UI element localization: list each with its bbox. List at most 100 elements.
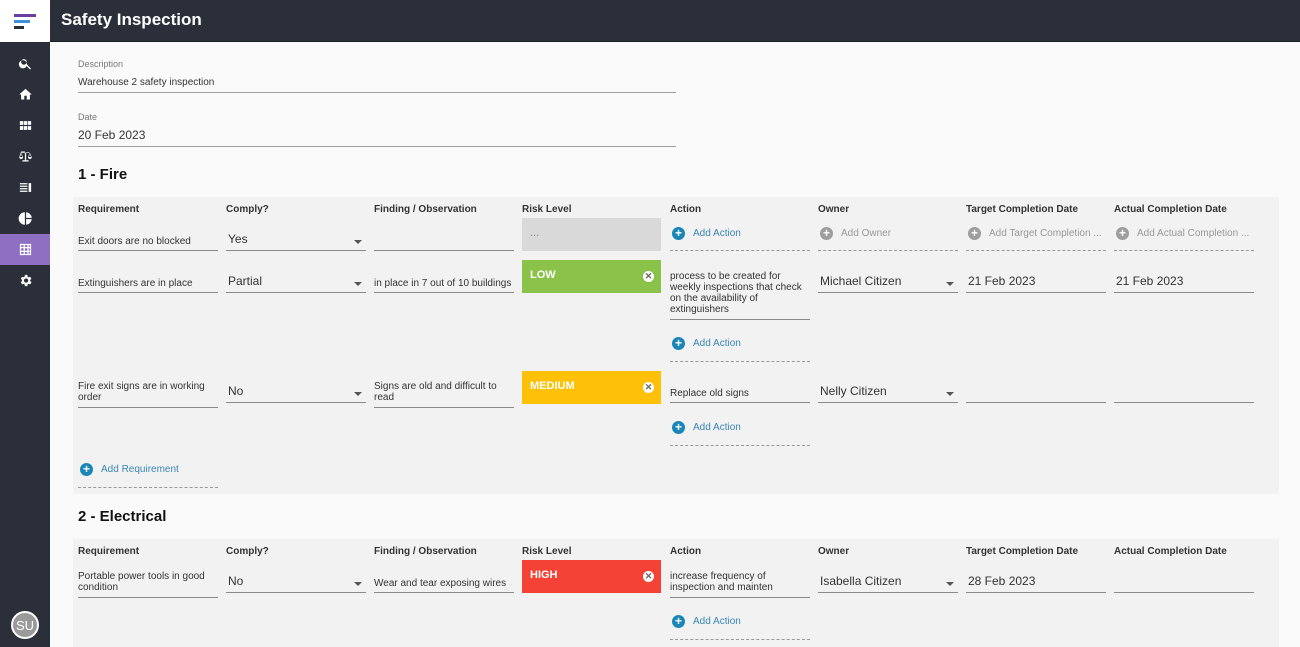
description-label: Description	[78, 59, 124, 69]
owner-value: Isabella Citizen	[820, 574, 902, 588]
col-header-risk: Risk Level	[522, 204, 572, 215]
action-field[interactable]: increase frequency of inspection and mai…	[670, 571, 810, 598]
add-actual-underline	[1114, 250, 1254, 251]
requirement-field[interactable]: Fire exit signs are in working order	[78, 381, 218, 408]
add-action-button[interactable]: + Add Action	[672, 615, 741, 628]
risk-level-badge[interactable]: HIGH ✕	[522, 560, 661, 593]
chevron-down-icon	[354, 240, 362, 244]
requirement-field[interactable]: Extinguishers are in place	[78, 278, 218, 293]
add-target-date-button[interactable]: + Add Target Completion ...	[968, 227, 1102, 240]
chevron-down-icon	[946, 392, 954, 396]
add-circle-icon: +	[968, 227, 981, 240]
target-date-field[interactable]	[966, 386, 1106, 403]
add-action-button[interactable]: + Add Action	[672, 227, 741, 240]
add-circle-icon: +	[672, 615, 685, 628]
add-action-button[interactable]: + Add Action	[672, 337, 741, 350]
add-action-underline	[670, 445, 810, 446]
col-header-owner: Owner	[818, 546, 850, 557]
chevron-down-icon	[354, 392, 362, 396]
top-bar: Safety Inspection	[50, 0, 1300, 42]
nav-scales[interactable]	[0, 141, 50, 172]
add-circle-icon: +	[1116, 227, 1129, 240]
risk-level-label: HIGH	[530, 569, 558, 581]
nav-list[interactable]	[0, 172, 50, 203]
nav-table[interactable]	[0, 234, 50, 265]
add-actual-date-button[interactable]: + Add Actual Completion ...	[1116, 227, 1249, 240]
description-field[interactable]: Description Warehouse 2 safety inspectio…	[78, 59, 676, 93]
action-field[interactable]: Replace old signs	[670, 388, 810, 403]
comply-select[interactable]: Yes	[226, 232, 366, 251]
col-header-requirement: Requirement	[78, 546, 140, 557]
risk-level-badge[interactable]: LOW ✕	[522, 260, 661, 293]
col-header-risk: Risk Level	[522, 546, 572, 557]
add-requirement-button[interactable]: + Add Requirement	[80, 463, 179, 476]
comply-select[interactable]: No	[226, 384, 366, 403]
add-action-button[interactable]: + Add Action	[672, 421, 741, 434]
chevron-down-icon	[946, 282, 954, 286]
add-owner-button[interactable]: + Add Owner	[820, 227, 891, 240]
add-circle-icon: +	[672, 421, 685, 434]
date-field[interactable]: Date 20 Feb 2023	[78, 112, 676, 147]
target-date-field[interactable]: 21 Feb 2023	[966, 275, 1106, 293]
risk-level-picker[interactable]: ...	[522, 218, 661, 251]
nav-home[interactable]	[0, 79, 50, 110]
actual-date-field[interactable]	[1114, 386, 1254, 403]
col-header-comply: Comply?	[226, 546, 269, 557]
add-action-underline	[670, 250, 810, 251]
app-logo[interactable]	[0, 0, 50, 42]
add-target-underline	[966, 250, 1106, 251]
actual-date-field[interactable]: 21 Feb 2023	[1114, 275, 1254, 293]
add-circle-icon: +	[80, 463, 93, 476]
comply-value: Partial	[228, 274, 263, 288]
owner-value: Nelly Citizen	[820, 384, 887, 398]
finding-field[interactable]: in place in 7 out of 10 buildings	[374, 278, 514, 293]
comply-value: Yes	[228, 232, 248, 246]
finding-field[interactable]	[374, 236, 514, 251]
target-date-field[interactable]: 28 Feb 2023	[966, 575, 1106, 593]
date-label: Date	[78, 112, 98, 122]
action-field[interactable]: process to be created for weekly inspect…	[670, 271, 810, 320]
nav-pie-chart[interactable]	[0, 203, 50, 234]
risk-level-badge[interactable]: MEDIUM ✕	[522, 371, 661, 404]
home-icon	[18, 88, 32, 100]
comply-select[interactable]: No	[226, 574, 366, 593]
col-header-target: Target Completion Date	[966, 546, 1079, 557]
comply-select[interactable]: Partial	[226, 274, 366, 293]
chevron-down-icon	[354, 282, 362, 286]
owner-select[interactable]: Nelly Citizen	[818, 384, 958, 403]
nav-search[interactable]	[0, 48, 50, 79]
clear-icon[interactable]: ✕	[643, 382, 654, 393]
add-owner-underline	[818, 250, 958, 251]
nav-settings[interactable]	[0, 265, 50, 296]
clear-icon[interactable]: ✕	[643, 271, 654, 282]
list-icon	[19, 183, 31, 192]
col-header-finding: Finding / Observation	[374, 204, 477, 215]
add-circle-icon: +	[672, 337, 685, 350]
description-value: Warehouse 2 safety inspection	[78, 77, 215, 88]
actual-date-field[interactable]	[1114, 576, 1254, 593]
user-avatar[interactable]: SU	[11, 611, 39, 639]
col-header-action: Action	[670, 546, 702, 557]
add-action-underline	[670, 361, 810, 362]
clear-icon[interactable]: ✕	[643, 571, 654, 582]
col-header-comply: Comply?	[226, 204, 269, 215]
gear-icon	[20, 274, 32, 287]
owner-select[interactable]: Michael Citizen	[818, 275, 958, 293]
add-action-underline	[670, 639, 810, 640]
requirement-field[interactable]: Portable power tools in good condition	[78, 571, 218, 598]
comply-value: No	[228, 384, 244, 398]
col-header-requirement: Requirement	[78, 204, 140, 215]
comply-value: No	[228, 574, 244, 588]
search-icon	[18, 59, 31, 70]
finding-field[interactable]: Signs are old and difficult to read	[374, 381, 514, 408]
chevron-down-icon	[946, 582, 954, 586]
requirement-field[interactable]: Exit doors are no blocked	[78, 236, 218, 251]
nav-grid[interactable]	[0, 110, 50, 141]
page-title: Safety Inspection	[61, 10, 202, 29]
table-icon	[19, 243, 31, 256]
owner-select[interactable]: Isabella Citizen	[818, 574, 958, 593]
add-circle-icon: +	[820, 227, 833, 240]
col-header-action: Action	[670, 204, 702, 215]
scales-icon	[18, 151, 32, 162]
finding-field[interactable]: Wear and tear exposing wires	[374, 578, 514, 593]
